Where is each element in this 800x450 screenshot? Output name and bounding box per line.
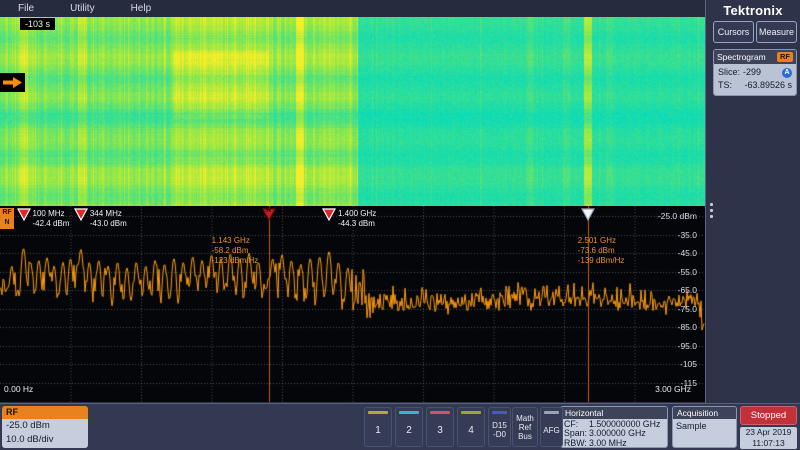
oscilloscope-screen: FileUtilityHelp -103 s RF N 0.00 Hz 3.00… bbox=[0, 0, 800, 450]
y-axis-label: -115 bbox=[681, 378, 697, 388]
rf-scale-badge[interactable]: RF -25.0 dBm 10.0 dB/div bbox=[2, 406, 88, 448]
marker-icon-1.400-ghz[interactable] bbox=[322, 208, 336, 222]
y-axis-label: -95.0 bbox=[678, 341, 697, 351]
measure-button[interactable]: Measure bbox=[756, 21, 797, 43]
rf-scale-per-div: 10.0 dB/div bbox=[6, 433, 84, 447]
marker-readout: 344 MHz-43.0 dBm bbox=[90, 209, 127, 229]
menu-file[interactable]: File bbox=[18, 3, 34, 14]
run-stop-status-button[interactable]: Stopped bbox=[740, 406, 797, 425]
y-axis-label: -105 bbox=[680, 359, 697, 369]
rf-scale-title: RF bbox=[2, 406, 88, 419]
rf-source-badge: RF bbox=[777, 52, 793, 62]
menubar: File Utility Help bbox=[0, 0, 705, 17]
menu-utility[interactable]: Utility bbox=[70, 3, 94, 14]
reference-marker-label: R bbox=[266, 207, 271, 214]
horizontal-row: RBW:3.00 MHz bbox=[564, 439, 664, 448]
channel-1-button[interactable]: 1 bbox=[364, 407, 392, 447]
marker-icon-white[interactable] bbox=[581, 208, 595, 222]
marker-readout: 1.400 GHz-44.3 dBm bbox=[338, 209, 376, 229]
acquisition-panel[interactable]: Acquisition Sample bbox=[672, 406, 737, 448]
rf-trace-badge-line1: RF bbox=[0, 208, 14, 218]
channel-3-label: 3 bbox=[437, 425, 443, 436]
y-axis-label: -85.0 bbox=[678, 322, 697, 332]
channel-4-button[interactable]: 4 bbox=[457, 407, 485, 447]
ts-value: -63.89526 s bbox=[744, 79, 792, 92]
afg-button[interactable]: AFG bbox=[540, 407, 563, 447]
reference-marker-icon[interactable]: R bbox=[262, 208, 276, 222]
marker-readout: 100 MHz-42.4 dBm bbox=[33, 209, 70, 229]
ts-label: TS: bbox=[718, 79, 732, 92]
menu-help[interactable]: Help bbox=[131, 3, 152, 14]
marker-icon-344-mhz[interactable] bbox=[74, 208, 88, 222]
spectrum-display[interactable]: RF N 0.00 Hz 3.00 GHz -25.0 dBm-35.0-45.… bbox=[0, 206, 705, 402]
channel-2-label: 2 bbox=[406, 425, 412, 436]
marker-icon-100-mhz[interactable] bbox=[17, 208, 31, 222]
right-panel: Tektronix Cursors Measure Spectrogram RF… bbox=[705, 0, 800, 403]
date-value: 23 Apr 2019 bbox=[740, 427, 797, 438]
spectrogram-settings-panel[interactable]: Spectrogram RF Slice: -299 A TS: -63.895… bbox=[713, 49, 797, 96]
slice-value: -299 bbox=[743, 66, 761, 79]
y-axis-label: -65.0 bbox=[678, 285, 697, 295]
channel-2-button[interactable]: 2 bbox=[395, 407, 423, 447]
spectrogram-time-cursor-label: -103 s bbox=[20, 18, 55, 30]
channel-4-label: 4 bbox=[468, 425, 474, 436]
bottom-bar: RF -25.0 dBm 10.0 dB/div Horizontal CF:1… bbox=[0, 403, 800, 450]
rf-reference-level: -25.0 dBm bbox=[6, 419, 84, 433]
digital-d15-d0-button[interactable]: D15-D0 bbox=[488, 407, 511, 447]
channel-1-label: 1 bbox=[375, 425, 381, 436]
spectrogram-panel-title: Spectrogram bbox=[717, 52, 766, 62]
tektronix-logo: Tektronix bbox=[706, 3, 800, 18]
math-ref-bus-button[interactable]: MathRefBus bbox=[512, 407, 538, 447]
spectrogram-slice-arrow[interactable] bbox=[0, 73, 25, 92]
time-value: 11:07:13 bbox=[740, 438, 797, 449]
y-axis-label: -35.0 bbox=[678, 230, 697, 240]
marker-annotation: 1.143 GHz-58.2 dBm-123 dBm/Hz bbox=[212, 236, 259, 266]
datetime-display: 23 Apr 2019 11:07:13 bbox=[740, 427, 797, 449]
right-arrow-icon bbox=[2, 76, 23, 89]
spectrogram-canvas[interactable] bbox=[0, 17, 705, 206]
y-axis-label: -25.0 dBm bbox=[658, 211, 697, 221]
acquisition-mode: Sample bbox=[673, 419, 736, 448]
y-axis-label: -75.0 bbox=[678, 304, 697, 314]
slice-label: Slice: bbox=[718, 66, 740, 79]
horizontal-panel-title: Horizontal bbox=[561, 407, 667, 419]
cursors-button[interactable]: Cursors bbox=[713, 21, 754, 43]
horizontal-panel[interactable]: Horizontal CF:1.500000000 GHzSpan:3.0000… bbox=[560, 406, 668, 448]
rf-trace-badge-line2: N bbox=[0, 218, 14, 228]
channel-3-button[interactable]: 3 bbox=[426, 407, 454, 447]
x-axis-start-label: 0.00 Hz bbox=[4, 384, 33, 394]
marker-a-badge: A bbox=[782, 68, 792, 78]
panel-drag-handle[interactable] bbox=[710, 203, 716, 221]
y-axis-label: -45.0 bbox=[678, 248, 697, 258]
acquisition-panel-title: Acquisition bbox=[673, 407, 736, 419]
rf-trace-badge[interactable]: RF N bbox=[0, 208, 14, 229]
y-axis-label: -55.0 bbox=[678, 267, 697, 277]
marker-annotation: 2.501 GHz-73.6 dBm-139 dBm/Hz bbox=[578, 236, 625, 266]
spectrogram-display[interactable]: -103 s bbox=[0, 17, 705, 206]
